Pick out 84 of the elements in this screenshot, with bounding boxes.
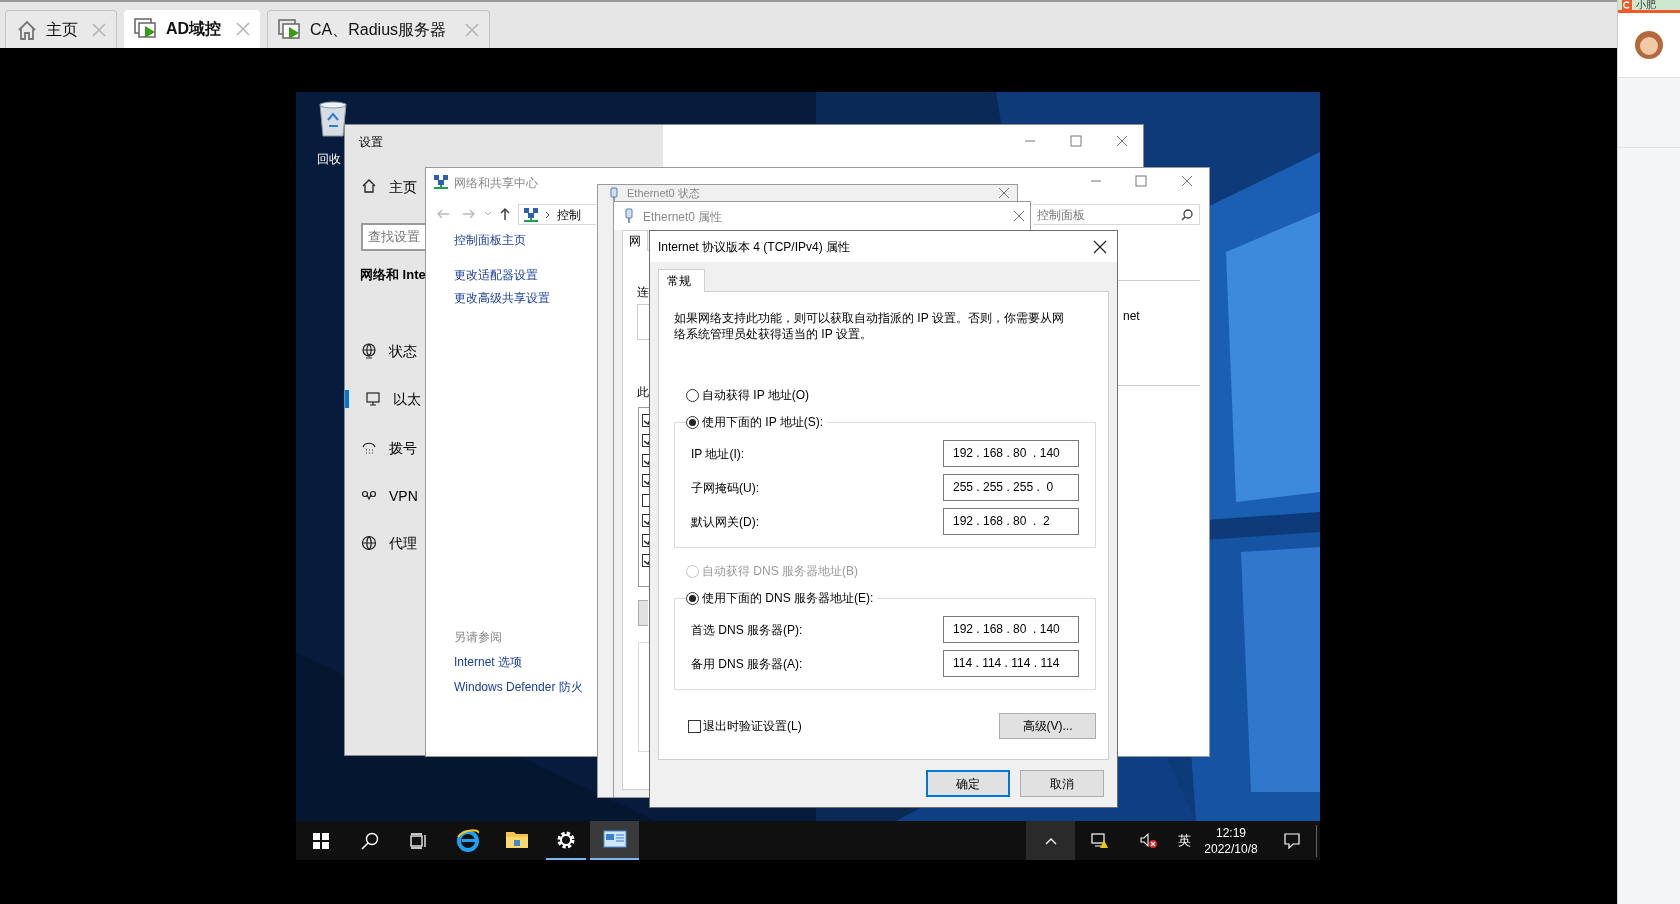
radio-option[interactable]: 自动获得 IP 地址(O) — [686, 385, 1096, 405]
virtual-machine-icon — [278, 18, 302, 41]
address-field[interactable]: 192 . 168 . 80 . 140 — [943, 440, 1079, 467]
browser-tab[interactable]: 主页 — [5, 10, 117, 48]
network-icon — [433, 174, 449, 190]
section-heading: 另请参阅 — [454, 629, 502, 646]
browser-tab[interactable]: CA、Radius服务器 — [267, 10, 490, 48]
user-name: 小肥 — [1636, 0, 1656, 10]
nav-item[interactable]: VPN — [345, 487, 418, 505]
link[interactable]: Windows Defender 防火 — [454, 678, 583, 696]
notification-icon[interactable] — [1283, 832, 1300, 849]
ok-button[interactable]: 确定 — [926, 770, 1010, 797]
maximize-icon[interactable] — [1070, 135, 1082, 147]
home-icon — [16, 18, 38, 41]
avatar-icon[interactable] — [1634, 30, 1664, 60]
checkbox[interactable] — [688, 719, 701, 733]
muted-speaker-icon[interactable] — [1139, 832, 1158, 849]
address-field[interactable]: 192 . 168 . 80 . 140 — [943, 616, 1079, 643]
virtual-machine-icon — [134, 18, 158, 40]
radio-button[interactable] — [686, 415, 699, 429]
address-bar[interactable]: 控制 — [518, 204, 596, 225]
phone-icon — [361, 440, 377, 456]
nav-item[interactable]: 拨号 — [345, 439, 417, 457]
tab[interactable]: 常规 — [658, 269, 705, 292]
home-icon[interactable] — [361, 178, 377, 194]
windows-icon[interactable] — [312, 832, 329, 849]
address-field[interactable]: 192 . 168 . 80 . 2 — [943, 508, 1079, 535]
search-icon — [1181, 208, 1193, 221]
address-field[interactable]: 114 . 114 . 114 . 114 — [943, 650, 1079, 677]
browser-tab[interactable]: AD域控 — [124, 10, 260, 48]
radio-button[interactable] — [686, 591, 699, 605]
nav-item[interactable]: 代理 — [345, 534, 417, 552]
window-title: Ethernet0 状态 — [627, 187, 700, 200]
label: net — [1123, 308, 1140, 325]
description-text: 如果网络支持此功能，则可以获取自动指派的 IP 设置。否则，你需要从网络系统管理员处获得适当的 IP 设置。 — [674, 310, 1065, 342]
globe-icon — [361, 535, 377, 551]
icon-label: 回收 — [317, 151, 341, 168]
browser-e-icon[interactable] — [455, 829, 480, 853]
cancel-button[interactable]: 取消 — [1020, 770, 1104, 797]
window-title: 设置 — [359, 134, 383, 151]
taskbar-button[interactable] — [590, 821, 639, 860]
up-arrow-icon[interactable] — [499, 207, 511, 221]
input-method-indicator[interactable]: 英 — [1173, 830, 1195, 851]
folder-icon[interactable] — [504, 829, 529, 849]
window-title: Ethernet0 属性 — [643, 209, 723, 226]
globe-monitor-icon — [361, 343, 377, 359]
advanced-button[interactable]: 高级(V)... — [999, 713, 1096, 739]
link[interactable]: 更改适配器设置 — [454, 266, 538, 284]
chevron-icon — [545, 210, 551, 219]
task-view-icon[interactable] — [409, 832, 428, 849]
link[interactable]: Internet 选项 — [454, 653, 523, 671]
tab[interactable]: 网 — [622, 230, 648, 251]
label: 连 — [637, 284, 649, 301]
network-icon — [523, 206, 539, 223]
search-field[interactable]: 查找设置 — [361, 223, 425, 251]
network-warning-icon[interactable] — [1090, 832, 1109, 849]
window-title: 网络和共享中心 — [454, 175, 538, 192]
search-icon[interactable] — [360, 831, 379, 850]
breadcrumb-item[interactable]: 控制 — [557, 205, 581, 224]
link[interactable]: 更改高级共享设置 — [454, 289, 550, 307]
field-label: 首选 DNS 服务器(P): — [691, 621, 803, 639]
checkbox-option[interactable]: 退出时验证设置(L) — [688, 717, 802, 735]
maximize-icon[interactable] — [1135, 175, 1147, 187]
label: 此 — [637, 384, 649, 401]
nav-link[interactable]: 主页 — [389, 177, 417, 198]
nav-item[interactable]: 以太 — [345, 390, 421, 408]
nav-item[interactable]: 状态 — [345, 342, 417, 360]
chevron-up-icon[interactable] — [1044, 836, 1057, 845]
address-field[interactable]: 255 . 255 . 255 . 0 — [943, 474, 1079, 501]
close-icon[interactable] — [1093, 239, 1107, 254]
search-field[interactable]: 控制面板 — [1033, 204, 1200, 225]
radio-button[interactable] — [686, 388, 699, 402]
plug-icon — [623, 208, 635, 224]
field-label: 子网掩码(U): — [691, 479, 759, 497]
monitor-icon — [365, 391, 381, 407]
clock[interactable]: 12:19 2022/10/8 — [1195, 824, 1267, 857]
field-label: 备用 DNS 服务器(A): — [691, 655, 803, 673]
section-heading: 网络和 Inte — [360, 266, 426, 284]
field-label: 默认网关(D): — [691, 513, 759, 531]
link[interactable]: 控制面板主页 — [454, 231, 526, 249]
plug-icon — [608, 187, 620, 203]
field-label: IP 地址(I): — [691, 445, 745, 463]
control-panel-icon[interactable] — [602, 829, 627, 849]
dialog-title: Internet 协议版本 4 (TCP/IPv4) 属性 — [658, 238, 851, 256]
